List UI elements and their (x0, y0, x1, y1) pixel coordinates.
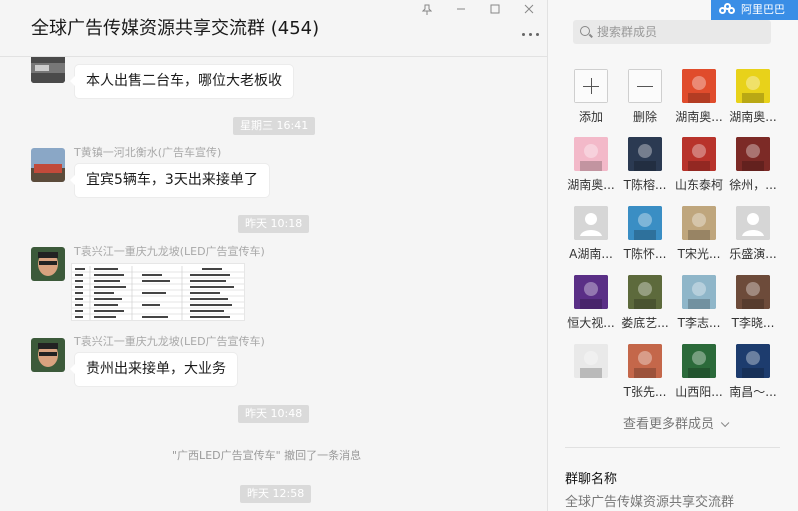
avatar[interactable] (31, 57, 65, 83)
member-item[interactable]: T李晓... (727, 275, 779, 331)
member-avatar (736, 69, 770, 103)
member-avatar (574, 344, 608, 378)
member-name: 湖南奥... (729, 110, 777, 124)
member-item[interactable]: 湖南奥... (727, 69, 779, 125)
recall-notice: "广西LED广告宣传车" 撤回了一条消息 (172, 449, 362, 462)
member-name: 山东泰柯 (674, 178, 723, 192)
message-bubble[interactable]: 宜宾5辆车，3天出来接单了 (70, 164, 269, 197)
timestamp: 昨天 12:58 (240, 485, 312, 503)
member-item[interactable]: 山西阳... (673, 344, 725, 400)
member-name: T陈怀... (623, 247, 667, 261)
timestamp: 星期三 16:41 (233, 117, 316, 135)
member-item[interactable]: T宋光... (673, 206, 725, 262)
member-avatar (736, 275, 770, 309)
remove-member-button[interactable]: 删除 (619, 69, 671, 125)
pin-icon[interactable] (412, 0, 442, 18)
member-item[interactable]: T张先... (619, 344, 671, 400)
member-avatar (736, 137, 770, 171)
close-icon[interactable] (514, 0, 544, 18)
message-bubble[interactable]: 贵州出来接单，大业务 (70, 353, 237, 386)
member-name: 南昌～... (729, 385, 777, 399)
member-avatar (574, 206, 608, 240)
member-name: 乐盛演... (729, 247, 777, 261)
member-item[interactable]: T陈榕... (619, 137, 671, 193)
timestamp: 昨天 10:18 (238, 215, 310, 233)
member-name: T李晓... (731, 316, 775, 330)
member-avatar (736, 206, 770, 240)
sender-name: T袁兴江一重庆九龙坡(LED广告宣传车) (74, 245, 265, 258)
member-item[interactable]: 娄底艺... (619, 275, 671, 331)
member-name: 徐州，... (729, 178, 777, 192)
member-name: 山西阳... (675, 385, 723, 399)
message-bubble[interactable]: 本人出售二台车，哪位大老板收 (70, 65, 293, 98)
member-item[interactable]: 湖南奥... (565, 137, 617, 193)
member-name: 删除 (632, 110, 657, 124)
avatar[interactable] (31, 338, 65, 372)
minus-icon (628, 69, 662, 103)
chevron-down-icon (720, 418, 730, 428)
member-avatar (574, 275, 608, 309)
avatar[interactable] (31, 148, 65, 182)
member-item[interactable]: 恒大视... (565, 275, 617, 331)
message-list[interactable]: 本人出售二台车，哪位大老板收 星期三 16:41 T黄镇一河北衡水(广告车宣传)… (0, 57, 547, 511)
member-item[interactable]: A湖南... (565, 206, 617, 262)
member-name: 娄底艺... (621, 316, 669, 330)
member-item[interactable]: T陈怀... (619, 206, 671, 262)
member-item[interactable] (565, 344, 617, 400)
member-avatar (628, 206, 662, 240)
member-avatar (628, 137, 662, 171)
see-more-label: 查看更多群成员 (623, 417, 715, 432)
member-avatar (682, 137, 716, 171)
dot-icon (529, 33, 532, 36)
member-item[interactable]: 南昌～... (727, 344, 779, 400)
see-more-members-link[interactable]: 查看更多群成员 (623, 413, 730, 432)
maximize-icon[interactable] (480, 0, 510, 18)
member-name: T张先... (623, 385, 667, 399)
member-avatar (682, 206, 716, 240)
member-name: A湖南... (569, 247, 613, 261)
member-avatar (574, 137, 608, 171)
plus-icon (574, 69, 608, 103)
sender-name: T黄镇一河北衡水(广告车宣传) (74, 146, 222, 159)
add-member-button[interactable]: 添加 (565, 69, 617, 125)
member-avatar (628, 275, 662, 309)
group-info-panel: 阿里巴巴 搜索群成员 添加 删除 湖南奥... 湖南奥... 湖南奥... T陈榕... 山… (547, 0, 798, 511)
image-message[interactable] (71, 263, 245, 321)
app-logo-icon (719, 3, 735, 17)
divider (565, 447, 780, 448)
member-name: 湖南奥... (567, 178, 615, 192)
member-name: T宋光... (677, 247, 721, 261)
member-avatar (736, 344, 770, 378)
search-placeholder: 搜索群成员 (597, 25, 658, 39)
member-item[interactable]: 湖南奥... (673, 69, 725, 125)
spreadsheet-thumbnail-icon (72, 264, 244, 320)
member-name: 恒大视... (567, 316, 615, 330)
member-item[interactable]: 山东泰柯 (673, 137, 725, 193)
member-search-input[interactable]: 搜索群成员 (573, 20, 771, 44)
member-item[interactable]: 乐盛演... (727, 206, 779, 262)
member-name: 湖南奥... (675, 110, 723, 124)
dot-icon (522, 33, 525, 36)
brand-badge-label: 阿里巴巴 (741, 3, 785, 16)
member-name: T陈榕... (623, 178, 667, 192)
member-avatar (682, 275, 716, 309)
chat-title: 全球广告传媒资源共享交流群 (454) (31, 18, 320, 39)
avatar[interactable] (31, 247, 65, 281)
member-avatar (628, 344, 662, 378)
brand-badge[interactable]: 阿里巴巴 (711, 0, 798, 20)
member-item[interactable]: T李志... (673, 275, 725, 331)
member-avatar (682, 69, 716, 103)
member-name: 添加 (578, 110, 603, 124)
dot-icon (536, 33, 539, 36)
member-avatar (682, 344, 716, 378)
group-name-label: 群聊名称 (565, 472, 618, 487)
member-name: T李志... (677, 316, 721, 330)
search-icon (580, 26, 590, 36)
group-name-value[interactable]: 全球广告传媒资源共享交流群 (565, 491, 734, 510)
member-item[interactable]: 徐州，... (727, 137, 779, 193)
timestamp: 昨天 10:48 (238, 405, 310, 423)
minimize-icon[interactable] (446, 0, 476, 18)
more-options-button[interactable] (519, 24, 543, 44)
sender-name: T袁兴江一重庆九龙坡(LED广告宣传车) (74, 335, 265, 348)
